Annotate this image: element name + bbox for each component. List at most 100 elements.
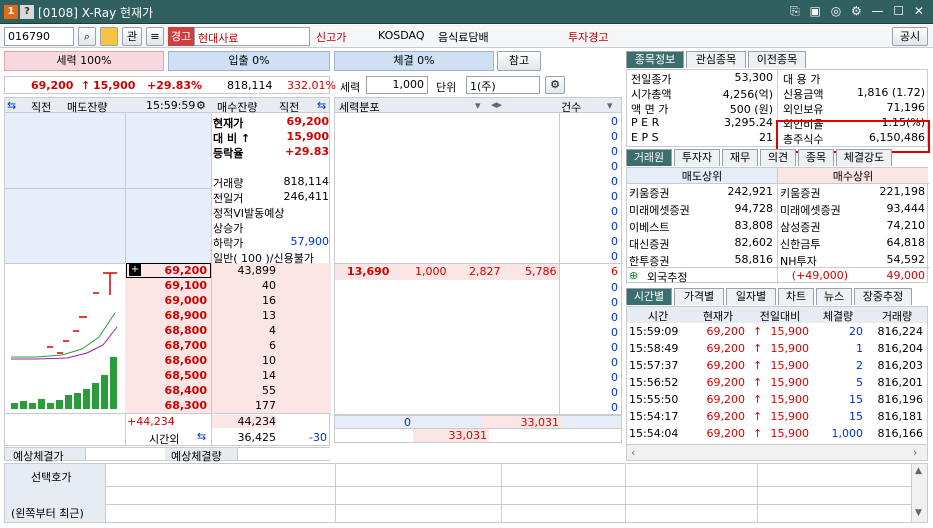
stock-code-input[interactable]: 016790 — [4, 27, 74, 46]
up-arrow-icon: ↑ — [753, 325, 763, 338]
count-dropdown-icon[interactable]: ▾ — [607, 99, 613, 112]
tick-time: 15:54:04 — [629, 427, 679, 440]
tab-time_tabs-5[interactable]: 장중추정 — [854, 288, 912, 305]
tab-time_tabs-3[interactable]: 차트 — [778, 288, 814, 305]
bid-qty: 40 — [262, 279, 276, 292]
info-label-6: 정적VI발동예상 — [213, 207, 285, 220]
tick-diff: 15,900 — [770, 393, 810, 406]
invest-warning-label: 투자경고 — [568, 31, 609, 44]
bid-price[interactable]: 68,300 — [127, 399, 207, 412]
ticks-panel: ‹ › 시간 현재가 전일대비 체결량 거래량 15:59:09 69,200 ↑ 15,900… — [626, 306, 928, 461]
window-controls[interactable]: ⎘ ▣ ◎ ⚙ — ☐ ✕ — [790, 4, 927, 19]
distribution-footer-1: 0 33,031 — [334, 415, 622, 429]
vertical-scrollbar[interactable]: ▲ ▼ — [911, 464, 927, 522]
help-icon[interactable]: ? — [20, 5, 34, 19]
tick-time: 15:59:09 — [629, 325, 679, 338]
dist-row-a: 1,000 — [415, 265, 447, 278]
search-icon[interactable]: ⌕ — [78, 27, 96, 46]
tab-time_tabs-0[interactable]: 시간별 — [626, 288, 672, 305]
price-summary: 69,200 ↑ 15,900 +29.83% 818,114 332.01% — [4, 76, 336, 94]
dist-count: 0 — [611, 130, 618, 143]
kwan-button[interactable]: 관 — [122, 27, 142, 46]
volume: 818,114 — [227, 79, 273, 92]
scroll-right-icon[interactable]: › — [913, 446, 917, 459]
folder-icon[interactable] — [100, 27, 118, 46]
bid-qty: 13 — [262, 309, 276, 322]
after-swap-icon[interactable]: ⇆ — [197, 430, 206, 443]
info-left-value: 4,256(억) — [722, 88, 773, 101]
buy-broker: 미래에셋증권 — [780, 204, 841, 217]
power-value-input[interactable]: 1,000 — [366, 76, 428, 94]
tab-info_tabs-2[interactable]: 이전종목 — [748, 51, 806, 68]
title-bar: 1 ? [0108] X-Ray 현재가 ⎘ ▣ ◎ ⚙ — ☐ ✕ — [0, 0, 933, 24]
buy-qty: 74,210 — [886, 219, 926, 232]
info-left-label: 액 면 가 — [631, 103, 669, 116]
bid-price[interactable]: 68,700 — [127, 339, 207, 352]
info-right-label: 신용금액 — [783, 88, 824, 101]
reference-button[interactable]: 참고 — [497, 51, 541, 71]
bid-price[interactable]: 68,900 — [127, 309, 207, 322]
bid-price[interactable]: 68,500 — [127, 369, 207, 382]
tick-time: 15:54:17 — [629, 410, 679, 423]
new-high-label: 신고가 — [316, 31, 347, 44]
tab-broker_tabs-5[interactable]: 체결강도 — [836, 149, 892, 166]
gear-icon[interactable]: ⚙ — [196, 99, 206, 112]
tab-broker_tabs-3[interactable]: 의견 — [760, 149, 796, 166]
swap-icon[interactable]: ⇆ — [7, 99, 16, 112]
tick-volume: 816,201 — [877, 376, 924, 389]
info-label-0: 현재가 — [213, 117, 244, 130]
tab-time_tabs-4[interactable]: 뉴스 — [816, 288, 852, 305]
tab-info_tabs-0[interactable]: 종목정보 — [626, 51, 684, 68]
dist-count: 0 — [611, 341, 618, 354]
tab-broker_tabs-1[interactable]: 투자자 — [674, 149, 720, 166]
tick-qty: 1 — [856, 342, 863, 355]
tick-time: 15:58:49 — [629, 342, 679, 355]
horizontal-scrollbar[interactable]: ‹ › — [627, 444, 927, 460]
tab-broker_tabs-4[interactable]: 종목 — [798, 149, 834, 166]
tab-info_tabs-1[interactable]: 관심종목 — [686, 51, 746, 68]
nav-arrows-icon[interactable]: ◂▸ — [491, 98, 502, 111]
bid-price[interactable]: 68,600 — [127, 354, 207, 367]
info-right-value: 71,196 — [886, 101, 926, 114]
tick-volume: 816,196 — [877, 393, 924, 406]
settings-icon[interactable]: ⚙ — [545, 76, 565, 94]
bid-price[interactable]: 69,100 — [127, 279, 207, 292]
foreign-diff: (+49,000) — [791, 269, 848, 282]
bid-price[interactable]: 68,800 — [127, 324, 207, 337]
warning-badge: 경고 — [168, 27, 194, 46]
buy-broker: 신한금투 — [780, 238, 821, 251]
scroll-left-icon[interactable]: ‹ — [631, 446, 635, 459]
info-value-5: 246,411 — [283, 190, 330, 203]
bid-qty: 6 — [269, 339, 276, 352]
dist-count: 0 — [611, 386, 618, 399]
tab-broker_tabs-2[interactable]: 재무 — [722, 149, 758, 166]
dist-row-b: 2,827 — [469, 265, 501, 278]
swap-icon-2[interactable]: ⇆ — [317, 99, 326, 112]
orderbook-body: 현재가 69,200 대 비 ↑ 15,900 등락율 +29.83 거래량 818,114 전… — [4, 113, 331, 446]
notice-button[interactable]: 공시 — [892, 27, 928, 46]
unit-select[interactable]: 1(주) — [466, 76, 540, 94]
buy-qty: 54,592 — [886, 253, 926, 266]
buy-broker: NH투자 — [780, 255, 817, 268]
dropdown-icon[interactable]: ▾ — [475, 99, 481, 112]
orderbook-header: ⇆ 직전 매도잔량 15:59:59 ⚙ 매수잔량 직전 ⇆ — [4, 97, 330, 114]
sector-label: 음식료담배 — [438, 31, 489, 44]
stack-icon[interactable]: ≡ — [146, 27, 164, 46]
distribution-body: 13,690 1,000 2,827 5,786 6 0 0 0 0 0 0 0 0 0 0 0 0 0… — [334, 113, 623, 415]
tab-time_tabs-1[interactable]: 가격별 — [674, 288, 724, 305]
scroll-down-icon[interactable]: ▼ — [915, 508, 922, 518]
tick-volume: 816,224 — [877, 325, 924, 338]
bid-qty: 14 — [262, 369, 276, 382]
tab-time_tabs-2[interactable]: 일자별 — [726, 288, 776, 305]
dist-count: 0 — [611, 311, 618, 324]
globe-icon: ⊕ — [629, 269, 639, 282]
dist-count: 0 — [611, 115, 618, 128]
sum-qty: 44,234 — [212, 415, 276, 428]
bid-price[interactable]: 68,400 — [127, 384, 207, 397]
scroll-up-icon[interactable]: ▲ — [915, 466, 922, 476]
bid-price[interactable]: 69,000 — [127, 294, 207, 307]
bid-price[interactable]: 69,200 — [127, 264, 207, 277]
tick-header: 거래량 — [881, 310, 913, 323]
dist-count: 0 — [611, 175, 618, 188]
tab-broker_tabs-0[interactable]: 거래원 — [626, 149, 672, 166]
